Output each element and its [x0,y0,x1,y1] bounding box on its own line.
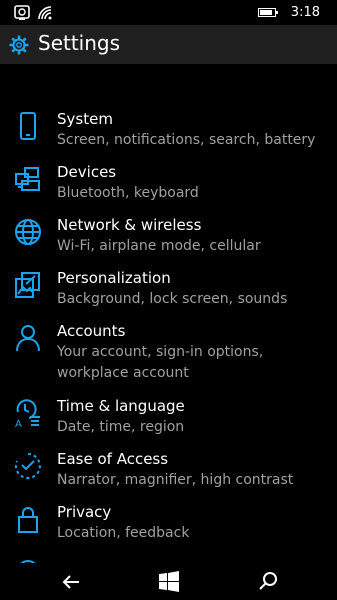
item-title: Ease of Access [57,450,169,468]
item-subtitle: Your account, sign-in options, [57,344,264,360]
item-title: System [57,110,113,128]
svg-text:A: A [15,419,22,428]
item-subtitle: Background, lock screen, sounds [57,291,288,307]
item-subtitle: Screen, notifications, search, battery [57,132,316,148]
page-title: Settings [38,31,121,55]
globe-icon [15,219,41,245]
status-time: 3:18 [290,5,320,20]
settings-item-partial[interactable] [0,554,337,563]
person-icon [16,325,40,352]
app-header: Settings [0,25,337,64]
search-icon[interactable] [255,569,281,595]
phone-icon [20,112,36,140]
back-arrow-icon[interactable] [58,569,84,595]
item-subtitle-line2: workplace account [57,365,189,381]
item-title: Devices [57,163,117,181]
status-bar: 3:18 [0,0,337,25]
lock-icon [18,507,38,533]
windows-start-icon[interactable] [156,569,182,595]
item-title: Accounts [57,322,126,340]
time-language-icon: A [15,399,40,428]
item-title: Personalization [57,269,171,287]
item-title: Time & language [57,397,185,415]
gear-icon [9,35,29,55]
item-subtitle: Location, feedback [57,525,190,541]
item-subtitle: Wi-Fi, airplane mode, cellular [57,238,261,254]
item-title: Privacy [57,503,112,521]
wifi-icon [38,6,52,20]
update-icon [20,560,36,563]
personalization-icon [15,272,40,298]
battery-icon [258,8,278,17]
item-subtitle: Date, time, region [57,419,185,435]
item-title: Network & wireless [57,216,202,234]
ease-of-access-icon [14,453,41,479]
notification-icon [14,5,30,20]
item-subtitle: Narrator, magnifier, high contrast [57,472,294,488]
devices-icon [15,167,40,191]
nav-bar [0,563,337,600]
item-subtitle: Bluetooth, keyboard [57,185,199,201]
